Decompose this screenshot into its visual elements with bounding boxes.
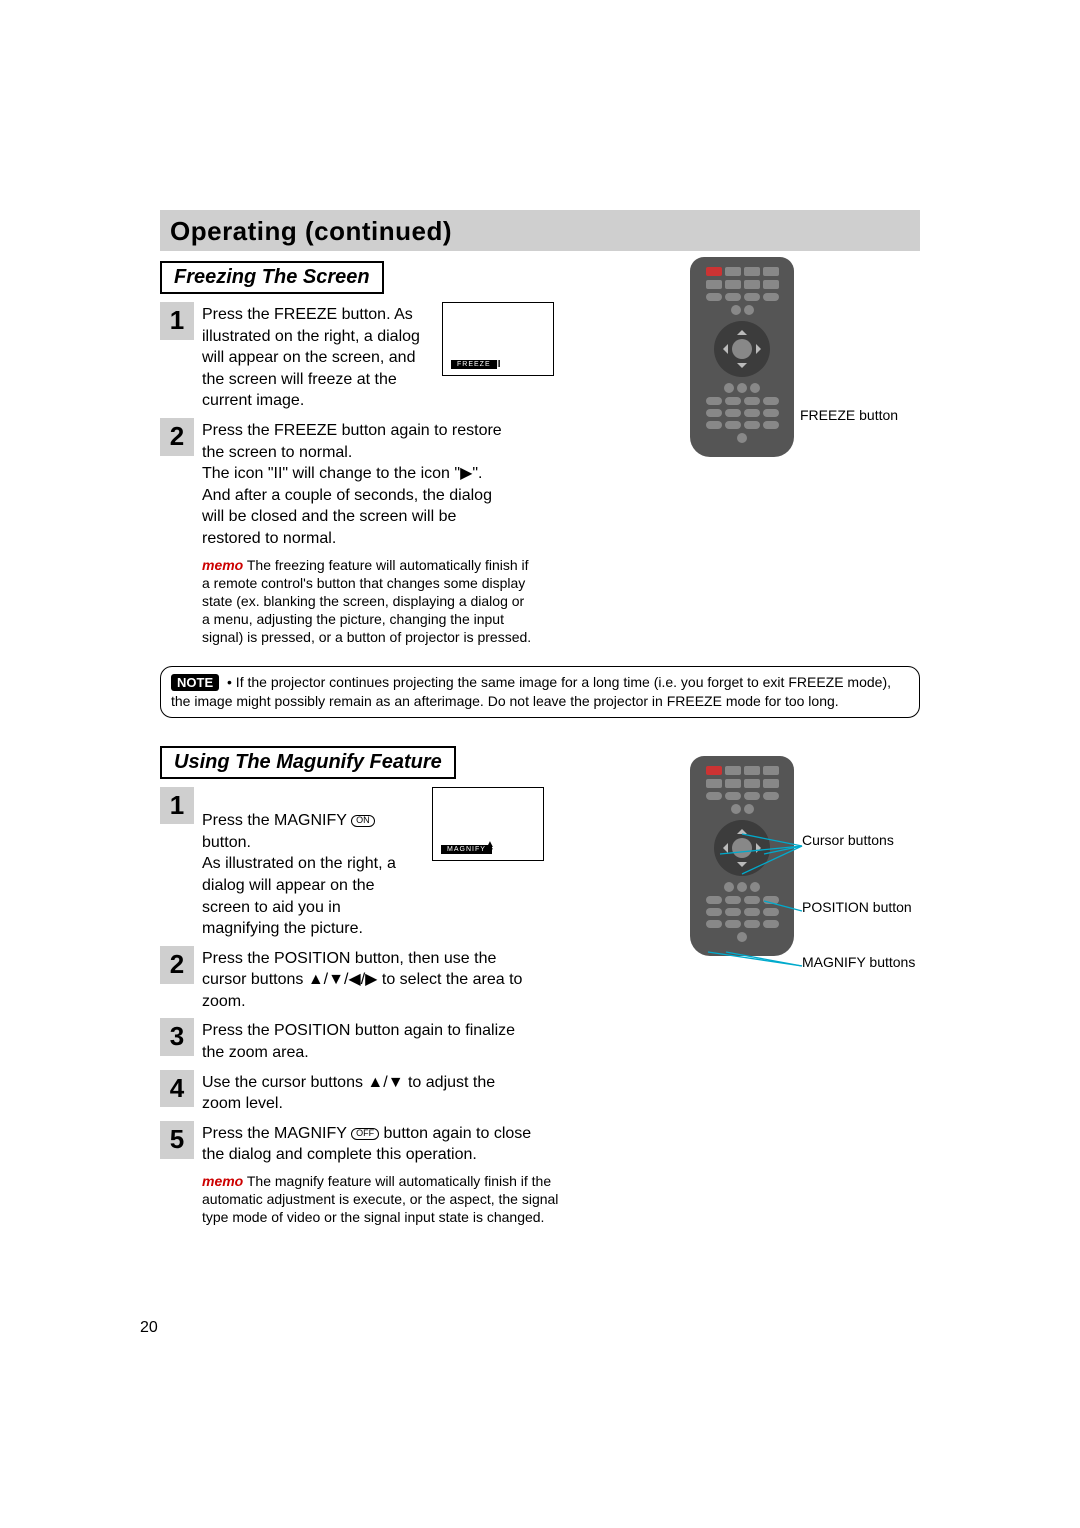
callout-position-button: POSITION button	[802, 899, 912, 916]
pause-icon: II	[495, 359, 501, 370]
step-magnify-3: 3 Press the POSITION button again to fin…	[160, 1018, 650, 1063]
off-pill-icon: OFF	[351, 1128, 379, 1140]
subsection-freezing: Freezing The Screen	[160, 261, 384, 294]
note-text: • If the projector continues projecting …	[171, 674, 891, 709]
step-magnify-1: 1 Press the MAGNIFY ON button. As illust…	[160, 787, 650, 940]
callout-magnify-buttons: MAGNIFY buttons	[802, 954, 915, 971]
updown-icon: ▲▼	[485, 841, 495, 855]
callout-freeze-button: FREEZE button	[800, 407, 898, 424]
magnify-dialog-illustration: MAGNIFY ▲▼	[432, 787, 544, 861]
remote-diagram-magnify	[690, 756, 794, 956]
step-number: 2	[160, 418, 194, 456]
note-label: NOTE	[171, 674, 219, 691]
memo-magnify: memo The magnify feature will automatica…	[202, 1172, 562, 1227]
step-text: Press the POSITION button again to final…	[202, 1018, 532, 1063]
subsection-magnify: Using The Magunify Feature	[160, 746, 456, 779]
step-text: Use the cursor buttons ▲/▼ to adjust the…	[202, 1070, 532, 1115]
memo-text: The freezing feature will automatically …	[202, 557, 531, 646]
section-header: Operating (continued)	[160, 210, 920, 251]
memo-label: memo	[202, 557, 243, 573]
dialog-label: FREEZE	[451, 360, 497, 369]
step-number: 5	[160, 1121, 194, 1159]
memo-freeze: memo The freezing feature will automatic…	[202, 556, 532, 647]
step-text: Press the FREEZE button. As illustrated …	[202, 302, 432, 412]
step-number: 2	[160, 946, 194, 984]
step-freeze-2: 2 Press the FREEZE button again to resto…	[160, 418, 650, 550]
step-number: 1	[160, 302, 194, 340]
step-number: 1	[160, 787, 194, 825]
step-text: Press the MAGNIFY OFF button again to cl…	[202, 1121, 532, 1166]
memo-label: memo	[202, 1173, 243, 1189]
remote-diagram-freeze	[690, 257, 794, 457]
callout-cursor-buttons: Cursor buttons	[802, 832, 894, 849]
step-freeze-1: 1 Press the FREEZE button. As illustrate…	[160, 302, 650, 412]
step-text: Press the POSITION button, then use the …	[202, 946, 532, 1013]
note-box: NOTE • If the projector continues projec…	[160, 666, 920, 717]
page-number: 20	[140, 1319, 158, 1337]
step-magnify-4: 4 Use the cursor buttons ▲/▼ to adjust t…	[160, 1070, 650, 1115]
on-pill-icon: ON	[351, 815, 375, 827]
memo-text: The magnify feature will automatically f…	[202, 1173, 558, 1225]
step-magnify-2: 2 Press the POSITION button, then use th…	[160, 946, 650, 1013]
step-number: 4	[160, 1070, 194, 1108]
step-text: Press the MAGNIFY ON button. As illustra…	[202, 787, 422, 940]
step-number: 3	[160, 1018, 194, 1056]
step-text: Press the FREEZE button again to restore…	[202, 418, 512, 550]
step-magnify-5: 5 Press the MAGNIFY OFF button again to …	[160, 1121, 650, 1166]
freeze-dialog-illustration: FREEZE II	[442, 302, 554, 376]
